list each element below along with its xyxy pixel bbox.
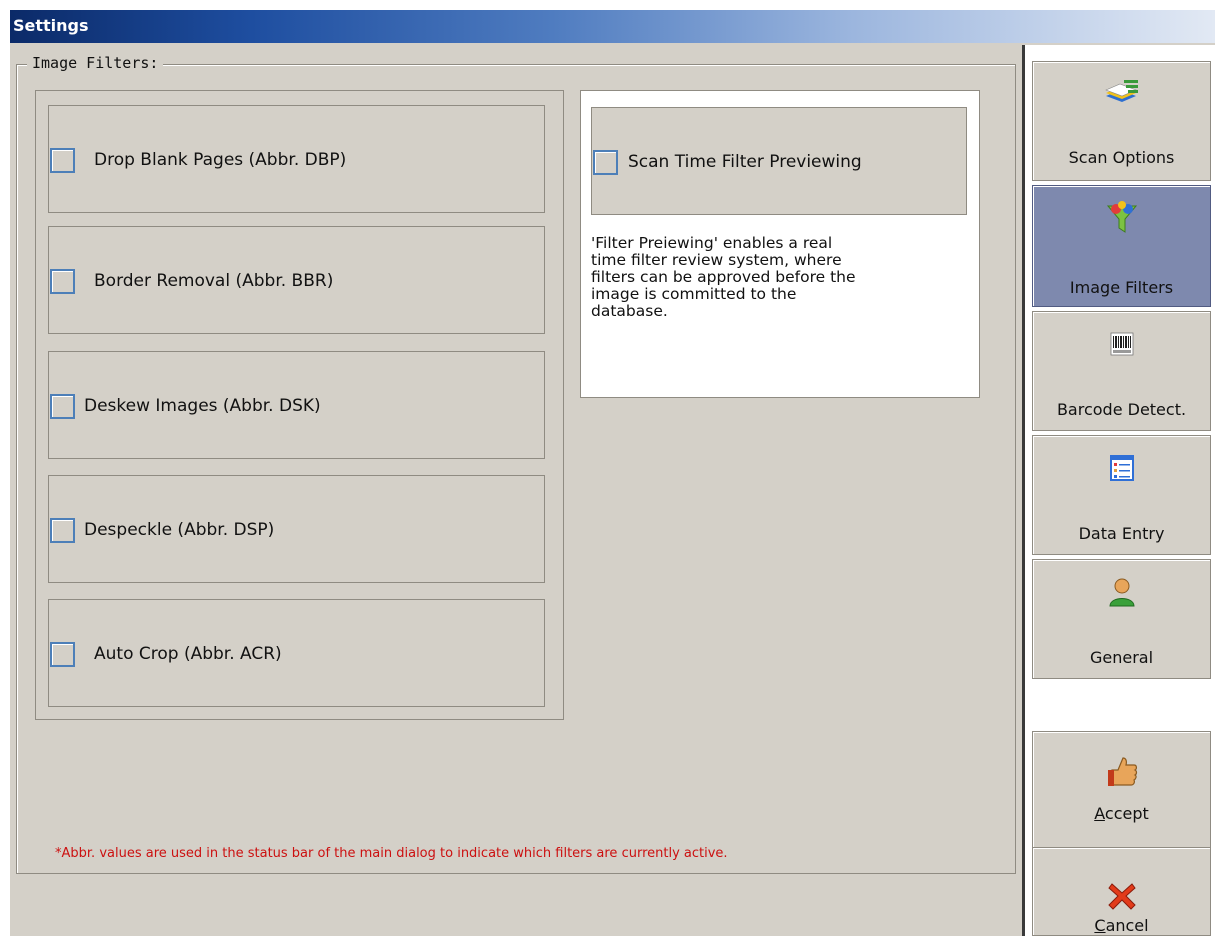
nav-label-general: General	[1089, 648, 1154, 667]
nav-barcode-detect[interactable]: Barcode Detect.	[1032, 311, 1211, 431]
accept-mnemonic: A	[1094, 804, 1105, 823]
cancel-mnemonic: C	[1094, 916, 1106, 935]
form-list-icon	[1109, 455, 1134, 481]
nav-general[interactable]: General	[1032, 559, 1211, 679]
red-x-icon	[1107, 883, 1136, 910]
filter-row-acr[interactable]: Auto Crop (Abbr. ACR)	[48, 599, 545, 707]
checkbox-dbp[interactable]	[50, 148, 75, 173]
barcode-icon	[1110, 332, 1133, 356]
window-title: Settings	[13, 16, 89, 35]
nav-label-scan-options: Scan Options	[1068, 148, 1175, 167]
checkbox-dsk[interactable]	[50, 394, 75, 419]
preview-panel: Scan Time Filter Previewing 'Filter Prei…	[580, 90, 980, 398]
checkbox-dsp[interactable]	[50, 518, 75, 543]
thumbs-up-icon	[1107, 757, 1137, 786]
filter-label-dsk: Deskew Images (Abbr. DSK)	[84, 396, 321, 416]
filter-label-dsp: Despeckle (Abbr. DSP)	[84, 520, 275, 540]
accept-label: Accept	[1094, 804, 1149, 823]
filter-row-dsp[interactable]: Despeckle (Abbr. DSP)	[48, 475, 545, 583]
cancel-button[interactable]: Cancel	[1032, 847, 1211, 936]
settings-window: Settings Image Filters: Drop Blank Pages…	[10, 10, 1215, 936]
nav-label-barcode-detect: Barcode Detect.	[1056, 400, 1187, 419]
preview-option-row[interactable]: Scan Time Filter Previewing	[591, 107, 967, 215]
filter-label-bbr: Border Removal (Abbr. BBR)	[94, 271, 334, 291]
accept-button[interactable]: Accept	[1032, 731, 1211, 851]
filter-label-acr: Auto Crop (Abbr. ACR)	[94, 644, 282, 664]
filter-row-dbp[interactable]: Drop Blank Pages (Abbr. DBP)	[48, 105, 545, 213]
filter-label-dbp: Drop Blank Pages (Abbr. DBP)	[94, 150, 347, 170]
funnel-icon	[1106, 201, 1137, 233]
user-icon	[1108, 578, 1135, 607]
nav-label-image-filters: Image Filters	[1069, 278, 1174, 297]
nav-label-data-entry: Data Entry	[1078, 524, 1165, 543]
checkbox-bbr[interactable]	[50, 269, 75, 294]
preview-label: Scan Time Filter Previewing	[628, 152, 862, 172]
checkbox-acr[interactable]	[50, 642, 75, 667]
abbr-footnote: *Abbr. values are used in the status bar…	[55, 846, 728, 861]
filter-row-bbr[interactable]: Border Removal (Abbr. BBR)	[48, 226, 545, 334]
nav-scan-options[interactable]: Scan Options	[1032, 61, 1211, 181]
nav-data-entry[interactable]: Data Entry	[1032, 435, 1211, 555]
checkbox-preview[interactable]	[593, 150, 618, 175]
cancel-label: Cancel	[1094, 916, 1149, 935]
scan-options-icon	[1104, 80, 1138, 102]
preview-description: 'Filter Preiewing' enables a real time f…	[591, 234, 856, 320]
nav-image-filters[interactable]: Image Filters	[1032, 185, 1211, 307]
filter-row-dsk[interactable]: Deskew Images (Abbr. DSK)	[48, 351, 545, 459]
sidebar: Scan Options Image Filters Barcode Detec…	[1025, 45, 1215, 936]
title-bar: Settings	[10, 10, 1215, 43]
group-title: Image Filters:	[27, 54, 164, 72]
